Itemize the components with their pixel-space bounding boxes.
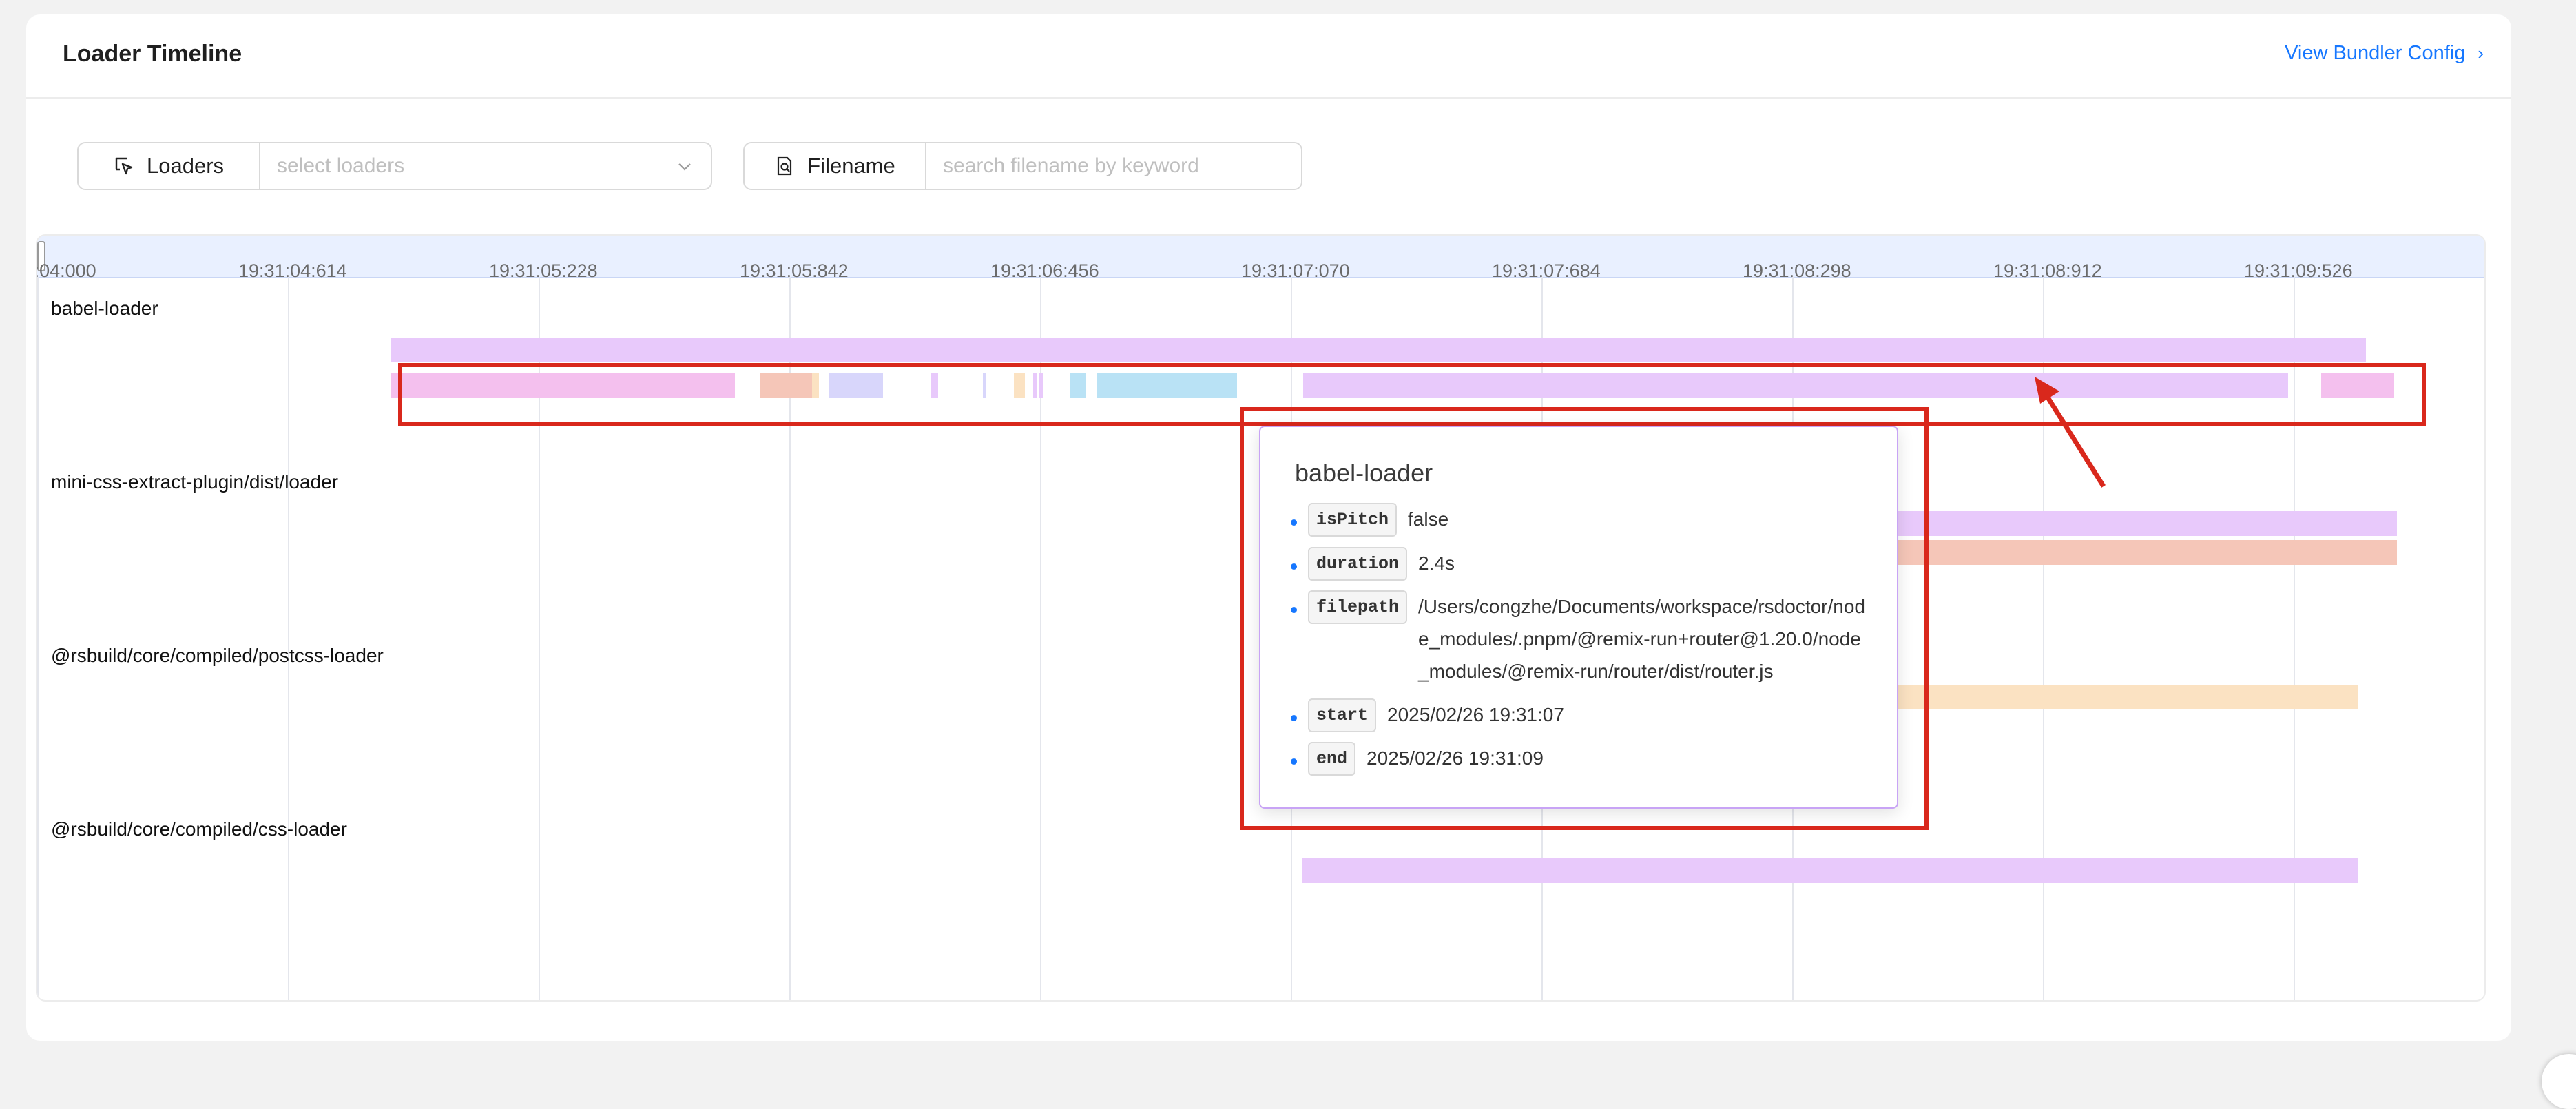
tooltip-item-filepath: filepath /Users/congzhe/Documents/worksp… [1291, 590, 1866, 687]
tooltip-key: isPitch [1308, 503, 1398, 537]
bullet-icon [1291, 715, 1297, 721]
tooltip-item-ispitch: isPitch false [1291, 503, 1448, 537]
tooltip-value: false [1408, 508, 1449, 530]
bullet-icon [1291, 607, 1297, 613]
bullet-icon [1291, 758, 1297, 765]
tooltip-item-end: end 2025/02/26 19:31:09 [1291, 742, 1544, 776]
bullet-icon [1291, 563, 1297, 570]
tooltip-item-start: start 2025/02/26 19:31:07 [1291, 698, 1564, 732]
tooltip-key: end [1308, 742, 1356, 776]
tooltip-value: 2.4s [1418, 552, 1455, 574]
tooltip-title: babel-loader [1295, 459, 1433, 487]
loader-tooltip: babel-loader isPitch false duration 2.4s… [1259, 426, 1898, 809]
tooltip-item-duration: duration 2.4s [1291, 547, 1455, 581]
tooltip-key: start [1308, 698, 1377, 732]
tooltip-key: filepath [1308, 590, 1408, 624]
tooltip-value: 2025/02/26 19:31:09 [1367, 747, 1544, 769]
tooltip-value: 2025/02/26 19:31:07 [1387, 704, 1564, 725]
bullet-icon [1291, 519, 1297, 526]
tooltip-key: duration [1308, 547, 1408, 581]
tooltip-value: /Users/congzhe/Documents/workspace/rsdoc… [1418, 596, 1865, 682]
